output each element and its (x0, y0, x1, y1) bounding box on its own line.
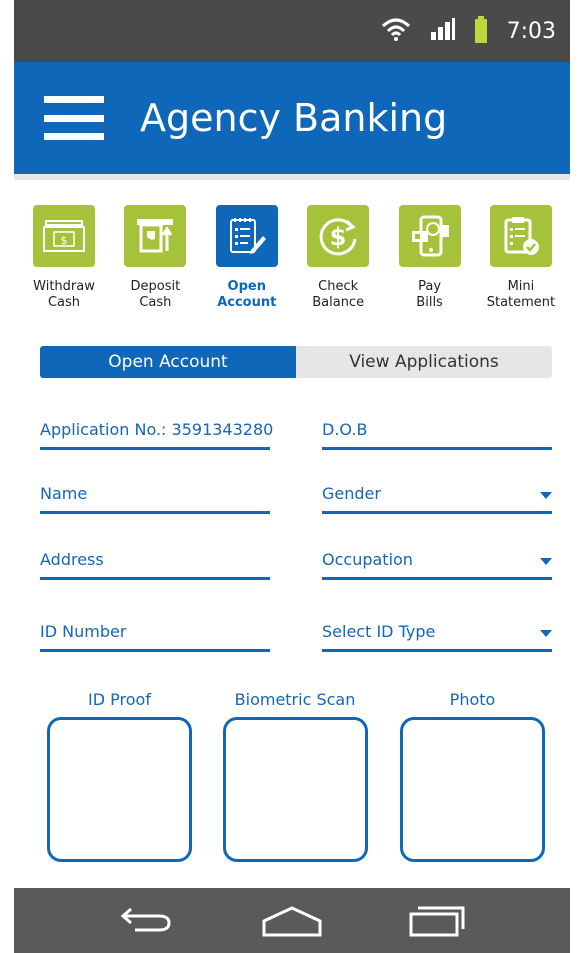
id-number-label: ID Number (40, 622, 127, 641)
application-number-label: Application No.: 3591343280 (40, 420, 274, 439)
app-bar: Agency Banking (14, 62, 570, 174)
action-mini-statement[interactable]: Mini Statement (477, 205, 565, 311)
name-label: Name (40, 484, 88, 503)
wifi-icon (381, 17, 411, 46)
deposit-icon (124, 205, 187, 267)
home-icon[interactable] (257, 896, 327, 946)
signal-icon (430, 17, 455, 45)
form-tabs: Open Account View Applications (40, 346, 552, 378)
action-withdraw-cash[interactable]: $ Withdraw Cash (20, 205, 108, 311)
action-deposit-cash[interactable]: Deposit Cash (111, 205, 199, 311)
action-label: Mini Statement (486, 279, 556, 310)
gender-select[interactable]: Gender (322, 474, 552, 514)
statement-icon (489, 205, 552, 267)
biometric-label: Biometric Scan (234, 690, 356, 709)
app-title: Agency Banking (140, 96, 448, 140)
action-label: Check Balance (312, 279, 365, 310)
name-field[interactable]: Name (40, 474, 270, 514)
chevron-down-icon (540, 492, 552, 499)
cash-icon: $ (33, 205, 95, 267)
phone-screen: 7:03 Agency Banking $ Withdraw Cash Depo… (0, 0, 584, 953)
battery-icon (474, 16, 487, 43)
occupation-select[interactable]: Occupation (322, 540, 552, 580)
address-field[interactable]: Address (40, 540, 270, 580)
tab-view-applications[interactable]: View Applications (296, 346, 552, 378)
action-label: Open Account (217, 279, 277, 310)
right-bezel (570, 0, 584, 953)
tab-open-account[interactable]: Open Account (40, 346, 296, 378)
header-divider (14, 174, 570, 180)
action-label: Withdraw Cash (33, 279, 95, 310)
recents-icon[interactable] (402, 896, 472, 946)
left-bezel (0, 0, 14, 953)
id-type-label: Select ID Type (322, 622, 436, 641)
chevron-down-icon (540, 630, 552, 637)
biometric-scan-upload[interactable] (223, 717, 368, 862)
id-proof-label: ID Proof (88, 690, 151, 709)
status-bar: 7:03 (14, 0, 570, 62)
dob-field[interactable]: D.O.B (322, 410, 552, 450)
address-label: Address (40, 550, 104, 569)
action-label: Deposit Cash (130, 279, 181, 310)
status-time: 7:03 (506, 18, 556, 44)
form-icon (215, 205, 278, 267)
quick-actions: $ Withdraw Cash Deposit Cash Open Accoun… (20, 205, 565, 311)
action-open-account[interactable]: Open Account (203, 205, 291, 311)
svg-text:$: $ (61, 234, 68, 247)
photo-upload[interactable] (400, 717, 545, 862)
application-number-field[interactable]: Application No.: 3591343280 (40, 410, 274, 450)
photo-label: Photo (449, 690, 496, 709)
dob-label: D.O.B (322, 420, 368, 439)
gender-label: Gender (322, 484, 381, 503)
mobile-pay-icon (398, 205, 461, 267)
id-number-field[interactable]: ID Number (40, 612, 270, 652)
action-check-balance[interactable]: $ Check Balance (294, 205, 382, 311)
hamburger-menu-icon[interactable] (44, 96, 104, 140)
svg-text:$: $ (330, 223, 347, 251)
chevron-down-icon (540, 558, 552, 565)
id-type-select[interactable]: Select ID Type (322, 612, 552, 652)
system-nav-bar (14, 888, 570, 953)
action-label: Pay Bills (416, 279, 443, 310)
dollar-refresh-icon: $ (307, 205, 370, 267)
action-pay-bills[interactable]: Pay Bills (386, 205, 474, 311)
back-icon[interactable] (112, 896, 182, 946)
id-proof-upload[interactable] (47, 717, 192, 862)
occupation-label: Occupation (322, 550, 413, 569)
